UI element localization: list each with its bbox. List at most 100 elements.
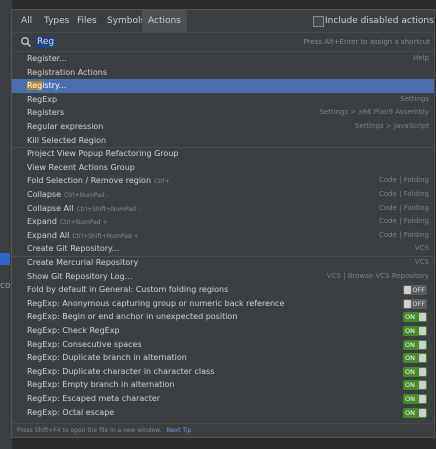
item-location: Code | Folding: [378, 217, 429, 226]
item-label: Create Mercurial Repository: [27, 258, 139, 267]
tab-files[interactable]: Files: [71, 10, 103, 32]
action-row[interactable]: Create Git Repository... VCS: [12, 242, 434, 256]
item-name: Registry...: [27, 79, 66, 93]
item-label: RegExp: Check RegExp: [27, 326, 120, 335]
item-label: Show Git Repository Log...: [27, 271, 133, 281]
item-name: RegExp: Duplicate branch in alternation: [27, 351, 187, 365]
toggle-switch[interactable]: OFF: [403, 298, 427, 309]
toggle-switch[interactable]: ON: [403, 339, 427, 350]
action-row[interactable]: Expand Ctrl+NumPad + Code | Folding: [12, 215, 434, 229]
include-disabled-label[interactable]: Include disabled actions: [325, 10, 434, 32]
item-name: Expand Ctrl+NumPad +: [27, 215, 108, 229]
item-name: RegExp: Empty branch in alternation: [27, 378, 174, 392]
option-row[interactable]: RegExp: Octal escape ON: [12, 406, 434, 420]
action-row[interactable]: Project View Popup Refactoring Group: [12, 147, 434, 161]
search-input[interactable]: Reg: [36, 36, 56, 48]
action-row[interactable]: Registration Actions: [12, 66, 434, 80]
match-highlight: Reg: [27, 81, 43, 91]
option-row[interactable]: Fold by default in General: Custom foldi…: [12, 283, 434, 297]
option-row[interactable]: RegExp: Check RegExp ON: [12, 324, 434, 338]
item-name: RegExp: Check RegExp: [27, 324, 120, 338]
toggle-switch[interactable]: OFF: [403, 285, 427, 296]
action-row[interactable]: Show Git Repository Log... VCS | Browse V…: [12, 270, 434, 284]
item-name: Registration Actions: [27, 66, 107, 80]
action-row[interactable]: Fold Selection / Remove region Ctrl+. Code…: [12, 174, 434, 188]
item-location: Settings: [400, 94, 429, 103]
footer-bar: Press Shift+F4 to open the file in a new…: [12, 423, 434, 437]
item-label: Kill Selected Region: [27, 135, 107, 145]
tab-actions[interactable]: Actions: [142, 10, 187, 32]
shortcut-label: Ctrl+NumPad -: [64, 192, 109, 199]
option-row[interactable]: RegExp: Consecutive spaces ON: [12, 338, 434, 352]
toggle-switch[interactable]: ON: [403, 380, 427, 391]
toggle-label: ON: [405, 354, 415, 363]
option-row[interactable]: RegExp: Empty branch in alternation ON: [12, 378, 434, 392]
item-location: VCS | Browse VCS Repository: [326, 271, 429, 280]
item-label: RegExp: Empty branch in alternation: [27, 380, 175, 390]
item-name: Fold by default in General: Custom foldi…: [27, 283, 228, 297]
item-name: Collapse Ctrl+NumPad -: [27, 188, 109, 202]
item-location: Help: [413, 54, 429, 62]
toggle-knob: [404, 299, 411, 308]
next-tip-link[interactable]: Next Tip: [166, 427, 191, 434]
item-name: Collapse All Ctrl+Shift+NumPad -: [27, 202, 140, 216]
action-row[interactable]: Registry...: [12, 79, 434, 93]
item-name: RegExp: Octal escape: [27, 406, 114, 420]
item-label: RegExp: Begin or end anchor in unexpecte…: [27, 312, 238, 322]
item-label: RegExp: Consecutive spaces: [27, 339, 142, 349]
action-row[interactable]: Register... Help: [12, 52, 434, 66]
tab-types[interactable]: Types: [38, 10, 75, 32]
item-name: RegExp: [27, 93, 57, 107]
action-row[interactable]: Collapse Ctrl+NumPad - Code | Folding: [12, 188, 434, 202]
toggle-switch[interactable]: ON: [403, 407, 427, 418]
toggle-switch[interactable]: ON: [403, 326, 427, 336]
option-row[interactable]: RegExp: Duplicate character in character…: [12, 365, 434, 379]
option-row[interactable]: RegExp: Anonymous capturing group or num…: [12, 297, 434, 311]
toggle-switch[interactable]: ON: [403, 394, 427, 404]
item-label: View Recent Actions Group: [27, 162, 135, 172]
action-row[interactable]: Expand All Ctrl+Shift+NumPad + Code | Fold…: [12, 229, 434, 243]
item-label: Regular expression: [27, 122, 104, 131]
toggle-knob: [419, 408, 426, 417]
action-row[interactable]: Regular expression Settings > JavaScript: [12, 120, 434, 134]
option-row[interactable]: RegExp: Escaped meta character ON: [12, 392, 434, 406]
action-row[interactable]: RegExp Settings: [12, 93, 434, 107]
item-name: View Recent Actions Group: [27, 161, 135, 175]
toggle-label: ON: [405, 313, 415, 322]
item-name: RegExp: Escaped meta character: [27, 392, 160, 406]
item-label: Collapse: [27, 190, 61, 199]
toggle-knob: [419, 313, 426, 322]
action-row[interactable]: Collapse All Ctrl+Shift+NumPad - Code | Fo…: [12, 202, 434, 216]
action-row[interactable]: Create Mercurial Repository VCS: [12, 256, 434, 270]
toggle-label: ON: [405, 395, 415, 403]
item-label: Fold by default in General: Custom foldi…: [27, 285, 229, 295]
toggle-label: OFF: [412, 299, 425, 308]
shortcut-label: Ctrl+NumPad +: [59, 219, 108, 227]
include-disabled-checkbox[interactable]: [313, 16, 324, 27]
action-row[interactable]: Registers Settings > x86 Plan9 Assembly: [12, 106, 434, 120]
item-label: RegExp: Escaped meta character: [27, 394, 161, 403]
toggle-knob: [404, 286, 411, 295]
toggle-switch[interactable]: ON: [403, 366, 427, 377]
item-label: Registration Actions: [27, 67, 108, 77]
toggle-knob: [419, 340, 426, 349]
toggle-switch[interactable]: ON: [403, 353, 427, 364]
item-label: Registers: [27, 108, 65, 118]
item-label: Project View Popup Refactoring Group: [27, 149, 179, 159]
option-row[interactable]: RegExp: Begin or end anchor in unexpecte…: [12, 310, 434, 324]
action-row[interactable]: View Recent Actions Group: [12, 161, 434, 175]
item-label: RegExp: Anonymous capturing group or num…: [27, 298, 285, 308]
action-row[interactable]: Kill Selected Region: [12, 134, 434, 148]
item-label: Fold Selection / Remove region: [27, 176, 152, 186]
item-name: Create Git Repository...: [27, 242, 119, 256]
tab-bar: All Types Files Symbols Actions Include …: [12, 10, 434, 32]
item-location: Code | Folding: [378, 230, 429, 239]
item-location: VCS: [414, 258, 429, 266]
item-label: Create Git Repository...: [27, 244, 120, 254]
shortcut-label: Ctrl+Shift+NumPad +: [72, 232, 139, 240]
item-label: Expand All: [27, 230, 70, 240]
search-bar: Reg Press Alt+Enter to assign a shortcut: [12, 32, 434, 52]
option-row[interactable]: RegExp: Duplicate branch in alternation O…: [12, 351, 434, 365]
tab-all[interactable]: All: [15, 10, 38, 32]
toggle-switch[interactable]: ON: [403, 312, 427, 323]
